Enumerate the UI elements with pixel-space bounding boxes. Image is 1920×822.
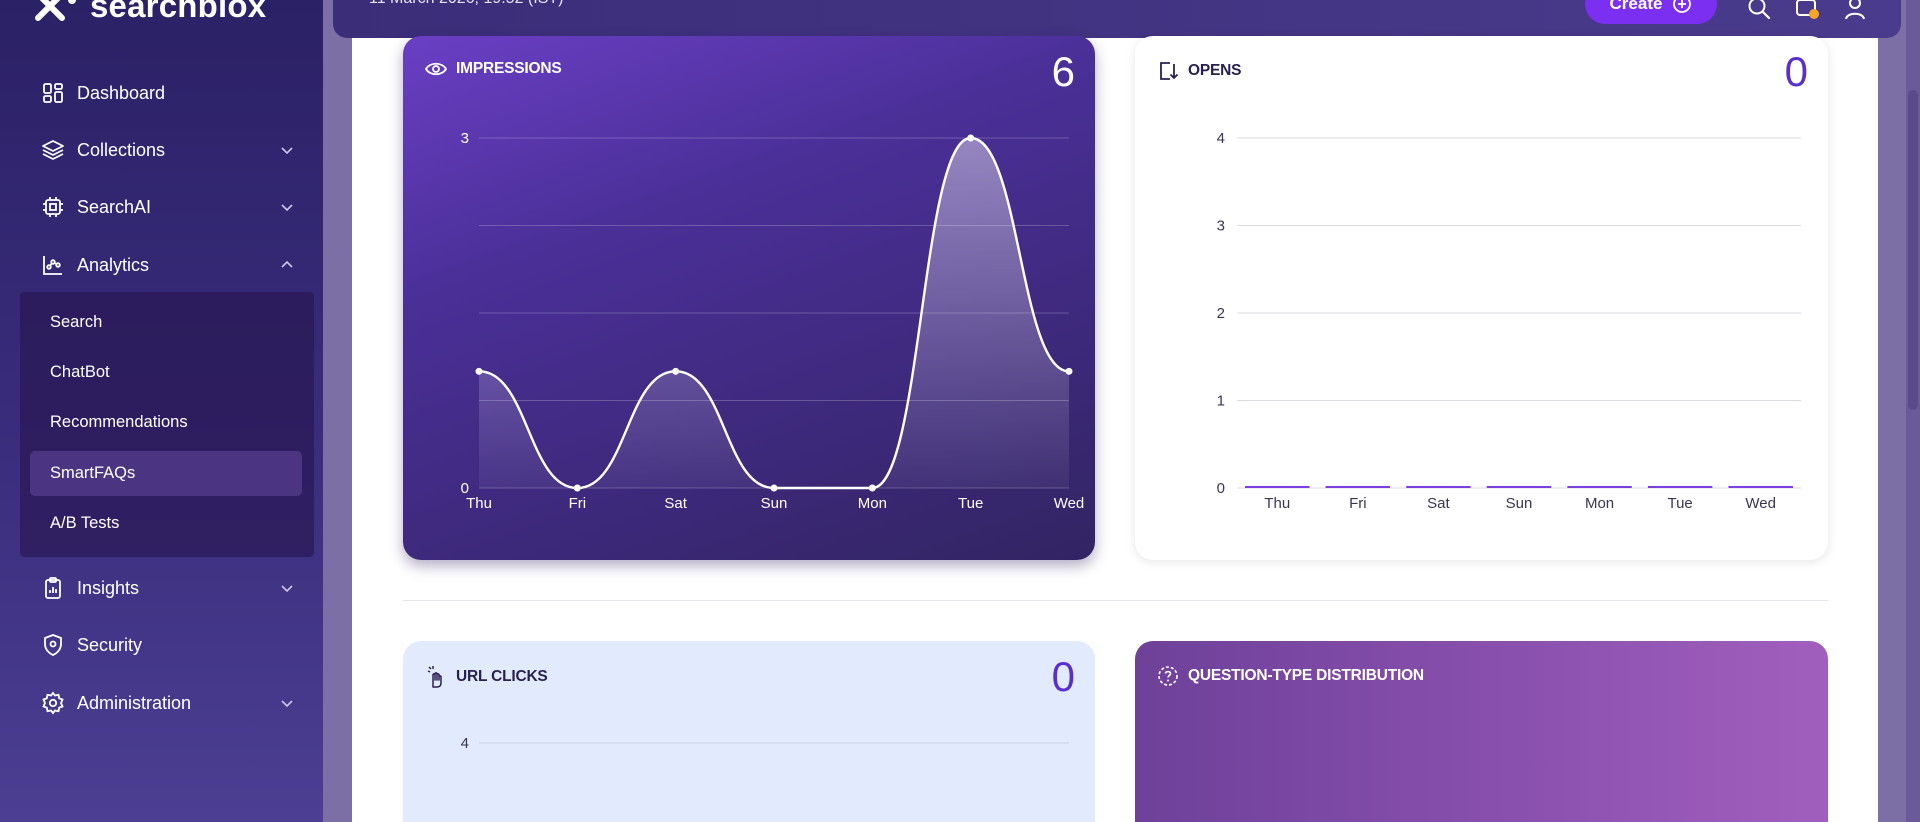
opens-card: OPENS 0 0 1 2 3 4 Thu Fri Sat Sun Mon Tue Wed: [1135, 36, 1828, 560]
submenu-item-chatbot[interactable]: ChatBot: [30, 350, 302, 395]
question-type-card: QUESTION-TYPE DISTRIBUTION: [1135, 641, 1828, 822]
chevron-down-icon: [281, 204, 293, 212]
bar: [1647, 486, 1713, 488]
chevron-up-icon: [281, 260, 293, 268]
chevron-down-icon: [281, 585, 293, 593]
x-tick-label: Sat: [1427, 495, 1450, 512]
bar: [1728, 486, 1793, 488]
logo[interactable]: searchblox: [30, 0, 266, 26]
y-tick-label: 1: [1217, 393, 1225, 410]
sidebar-item-label: SearchAI: [77, 196, 152, 217]
search-icon[interactable]: [1745, 0, 1773, 22]
y-tick-label: 2: [1217, 305, 1225, 322]
bar: [1245, 486, 1310, 488]
x-tick-label: Wed: [1054, 495, 1085, 512]
sidebar-item-analytics[interactable]: Analytics: [40, 245, 303, 285]
y-tick-label: 3: [1217, 218, 1225, 235]
sidebar: searchblox Dashboard Collections SearchA…: [0, 0, 323, 822]
bar: [1486, 486, 1552, 488]
data-point: [868, 484, 876, 492]
clipboard-icon: [40, 575, 66, 601]
user-icon[interactable]: [1841, 0, 1869, 22]
analytics-submenu: Search ChatBot Recommendations SmartFAQs…: [20, 292, 314, 557]
logo-text: searchblox: [90, 0, 267, 24]
data-point: [770, 484, 778, 492]
bar: [1406, 486, 1471, 488]
dashboard-icon: [40, 80, 66, 106]
chip-icon: [40, 194, 66, 220]
impressions-card: IMPRESSIONS 6 0 3 Thu Fri Sat Sun Mon Tue Wed: [403, 36, 1095, 560]
opens-chart: 0 1 2 3 4 Thu Fri Sat Sun Mon Tue Wed: [1217, 130, 1801, 512]
url-clicks-card: URL CLICKS 0 4: [403, 641, 1095, 822]
chevron-down-icon: [281, 700, 293, 708]
submenu-item-recommendations[interactable]: Recommendations: [30, 400, 302, 445]
y-tick-label: 4: [461, 735, 469, 752]
scrollbar-thumb[interactable]: [1908, 90, 1918, 410]
sidebar-item-insights[interactable]: Insights: [40, 568, 303, 608]
x-tick-label: Thu: [1264, 495, 1290, 512]
card-title: QUESTION-TYPE DISTRIBUTION: [1188, 667, 1424, 684]
bar: [1567, 486, 1632, 488]
submenu-item-smartfaqs[interactable]: SmartFAQs: [30, 451, 302, 496]
sidebar-item-label: Administration: [77, 692, 192, 713]
x-tick-label: Sun: [761, 495, 788, 512]
notifications-icon[interactable]: [1793, 0, 1821, 22]
x-tick-label: Thu: [466, 495, 492, 512]
sidebar-item-dashboard[interactable]: Dashboard: [40, 73, 303, 113]
data-point: [573, 484, 581, 492]
submenu-item-search[interactable]: Search: [30, 300, 302, 345]
x-tick-label: Fri: [569, 495, 587, 512]
create-label: Create: [1609, 0, 1663, 13]
chevron-down-icon: [281, 147, 293, 155]
x-tick-label: Sat: [664, 495, 687, 512]
data-point: [672, 367, 680, 375]
sidebar-item-security[interactable]: Security: [40, 625, 303, 665]
layers-icon: [40, 137, 66, 163]
sidebar-item-label: Insights: [77, 577, 140, 598]
sidebar-item-label: Collections: [77, 139, 166, 160]
data-point: [967, 134, 975, 142]
section-divider: [403, 600, 1828, 601]
url-clicks-chart: 4: [461, 735, 1069, 752]
datetime: 11 March 2026, 19:52 (IST): [369, 0, 563, 8]
x-tick-label: Mon: [858, 495, 887, 512]
question-icon: [1158, 666, 1178, 686]
plus-circle-icon: [1673, 0, 1692, 13]
sidebar-item-collections[interactable]: Collections: [40, 130, 303, 170]
sidebar-item-label: Analytics: [77, 254, 150, 275]
x-tick-label: Tue: [1667, 495, 1692, 512]
impressions-chart: 03Thu Fri Sat Sun Mon Tue Wed: [461, 130, 1085, 512]
submenu-item-ab-tests[interactable]: A/B Tests: [30, 501, 302, 546]
x-tick-label: Fri: [1349, 495, 1367, 512]
y-tick-label: 3: [461, 130, 469, 147]
sidebar-item-searchai[interactable]: SearchAI: [40, 187, 303, 227]
searchblox-logo-icon: [35, 0, 76, 21]
bar: [1325, 486, 1391, 488]
sidebar-item-label: Dashboard: [77, 82, 166, 103]
create-button[interactable]: Create: [1585, 0, 1717, 24]
x-tick-label: Tue: [958, 495, 983, 512]
shield-icon: [40, 632, 66, 658]
card-header: QUESTION-TYPE DISTRIBUTION: [1157, 665, 1424, 687]
x-tick-label: Mon: [1585, 495, 1614, 512]
y-tick-label: 0: [1217, 480, 1225, 497]
data-point: [1065, 367, 1073, 375]
data-point: [475, 367, 483, 375]
y-tick-label: 4: [1217, 130, 1225, 147]
topbar: 11 March 2026, 19:52 (IST) Create: [333, 0, 1901, 38]
x-tick-label: Wed: [1745, 495, 1776, 512]
x-tick-label: Sun: [1506, 495, 1533, 512]
sidebar-item-label: Security: [77, 634, 143, 655]
gear-icon: [40, 690, 66, 716]
analytics-icon: [40, 252, 66, 278]
sidebar-item-administration[interactable]: Administration: [40, 683, 303, 723]
